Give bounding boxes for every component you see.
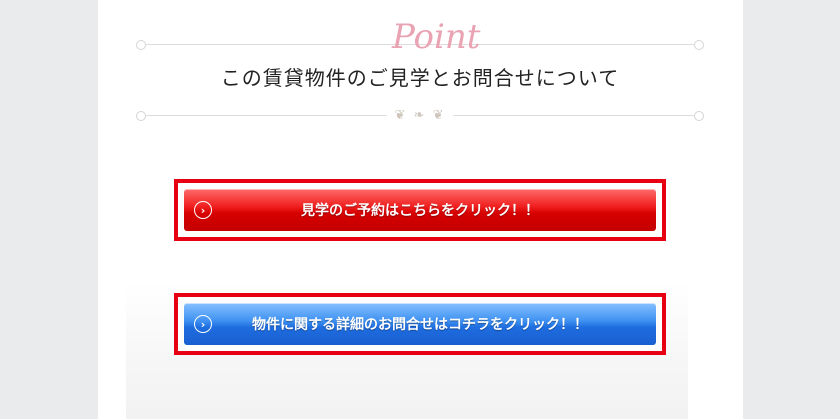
visit-reservation-button-label: 見学のご予約はこちらをクリック！！ — [301, 203, 539, 219]
inquiry-button-frame: › 物件に関する詳細のお問合せはコチラをクリック！！ — [174, 293, 666, 355]
ornament-dot-left — [136, 111, 146, 121]
visit-button-frame: › 見学のご予約はこちらをクリック！！ — [174, 179, 666, 241]
chevron-right-circle-icon: › — [194, 315, 212, 333]
ornament-dot-right — [694, 111, 704, 121]
bottom-ornament-divider: ❦ ❧ ❦ — [136, 108, 704, 124]
ornament-dot-right — [694, 40, 704, 50]
visit-reservation-button[interactable]: › 見学のご予約はこちらをクリック！！ — [184, 189, 656, 231]
section-title: この賃貸物件のご見学とお問合せについて — [220, 66, 620, 90]
property-inquiry-button[interactable]: › 物件に関する詳細のお問合せはコチラをクリック！！ — [184, 303, 656, 345]
point-script-heading: Point — [392, 17, 481, 57]
flourish-ornament: ❦ ❧ ❦ — [386, 108, 454, 124]
property-inquiry-button-label: 物件に関する詳細のお問合せはコチラをクリック！！ — [252, 317, 588, 333]
chevron-right-circle-icon: › — [194, 201, 212, 219]
ornament-dot-left — [136, 40, 146, 50]
